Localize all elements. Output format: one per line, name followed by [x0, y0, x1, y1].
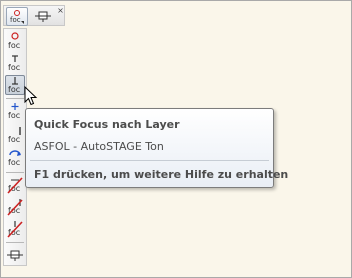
- close-icon[interactable]: ×: [56, 6, 65, 15]
- toolbar-pin-button[interactable]: [32, 7, 54, 24]
- svg-text:foc: foc: [8, 63, 20, 72]
- tooltip-divider: [30, 160, 269, 161]
- tooltip-description: ASFOL - AutoSTAGE Ton: [34, 140, 164, 153]
- tooltip-title: Quick Focus nach Layer: [34, 118, 180, 131]
- svg-text:foc: foc: [8, 158, 20, 167]
- focus-line-icon: foc: [8, 127, 21, 144]
- focus-rotate-button[interactable]: foc: [5, 148, 25, 168]
- toolbar-separator: [6, 98, 24, 99]
- focus-off-up-button[interactable]: foc: [5, 197, 25, 217]
- toolbar-pin-icon: [7, 250, 23, 261]
- toolbar-header: foc ×: [3, 5, 65, 26]
- focus-add-button[interactable]: foc: [5, 101, 25, 121]
- focus-rotate-icon: foc: [8, 150, 21, 167]
- mouse-cursor-icon: [24, 86, 38, 106]
- focus-off-button[interactable]: foc: [5, 175, 25, 195]
- svg-text:foc: foc: [8, 85, 20, 94]
- toolbar-pin-bottom-button[interactable]: [5, 245, 25, 265]
- focus-object-icon: foc: [8, 32, 20, 50]
- focus-add-icon: foc: [8, 103, 20, 120]
- focus-layer-icon: foc: [8, 77, 20, 94]
- toolbar-pin-icon: [35, 11, 51, 22]
- focus-off-down-icon: foc: [7, 221, 23, 238]
- foc-main-icon: foc: [10, 10, 24, 24]
- tooltip: Quick Focus nach Layer ASFOL - AutoSTAGE…: [25, 108, 288, 188]
- svg-text:foc: foc: [8, 111, 20, 120]
- focus-layer-button[interactable]: foc: [5, 75, 25, 95]
- toolbar-separator: [6, 242, 24, 243]
- svg-text:foc: foc: [8, 135, 20, 144]
- focus-off-icon: foc: [7, 177, 23, 194]
- foc-main-button[interactable]: foc: [6, 7, 28, 26]
- toolbar-separator: [6, 172, 24, 173]
- focus-object-button[interactable]: foc: [5, 31, 25, 51]
- focus-line-button[interactable]: foc: [5, 125, 25, 145]
- vertical-toolbar: foc foc foc foc foc foc foc foc foc: [3, 28, 27, 266]
- focus-top-icon: foc: [8, 55, 20, 72]
- svg-text:foc: foc: [10, 16, 21, 24]
- tooltip-help-text: F1 drücken, um weitere Hilfe zu erhalten: [34, 168, 289, 181]
- focus-off-down-button[interactable]: foc: [5, 219, 25, 239]
- svg-text:foc: foc: [8, 41, 20, 50]
- focus-off-up-icon: foc: [7, 199, 23, 216]
- focus-top-button[interactable]: foc: [5, 53, 25, 73]
